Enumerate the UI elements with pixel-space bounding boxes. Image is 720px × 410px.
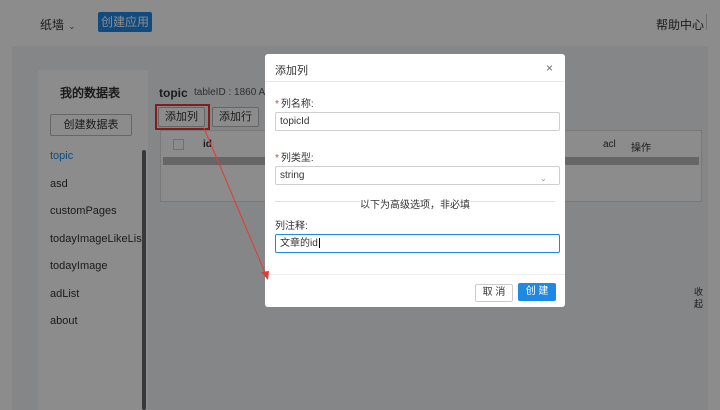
- column-type-label: * 列类型:: [275, 153, 314, 164]
- column-name-input[interactable]: topicId: [275, 112, 560, 131]
- advanced-options-divider: 以下为高级选项，非必填: [360, 200, 470, 211]
- divider-right: [470, 201, 555, 202]
- cancel-button[interactable]: 取 消: [475, 284, 513, 302]
- column-name-label: * 列名称:: [275, 99, 314, 110]
- close-icon[interactable]: ×: [546, 61, 553, 75]
- dialog-header: 添加列 ×: [265, 54, 565, 82]
- column-comment-label: 列注释:: [275, 221, 308, 232]
- text-caret: [318, 238, 320, 249]
- create-button[interactable]: 创 建: [518, 283, 556, 301]
- column-comment-value: 文章的id: [280, 238, 318, 249]
- column-comment-input[interactable]: 文章的id: [275, 234, 560, 253]
- dialog-title: 添加列: [275, 65, 308, 77]
- dialog-footer-divider: [265, 274, 565, 275]
- add-column-dialog: 添加列 × * 列名称: topicId * 列类型: string ⌄ 以下为高级…: [265, 54, 565, 307]
- column-type-select[interactable]: string: [275, 166, 560, 185]
- chevron-down-icon: ⌄: [540, 174, 547, 183]
